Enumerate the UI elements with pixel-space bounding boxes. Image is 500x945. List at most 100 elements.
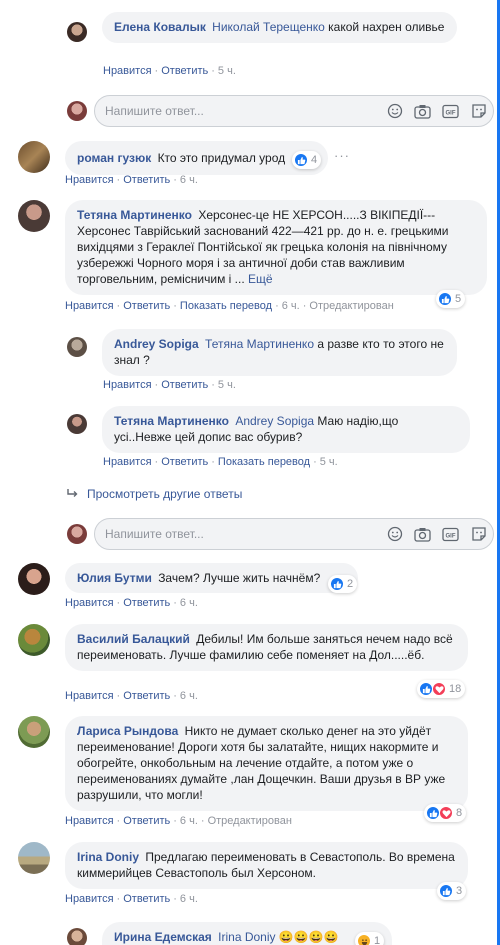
like-link[interactable]: Нравится [65, 893, 114, 905]
mention-link[interactable]: Тетяна Мартиненко [205, 337, 314, 351]
like-link[interactable]: Нравится [103, 65, 152, 77]
avatar[interactable] [18, 624, 50, 656]
haha-icon [357, 934, 371, 945]
see-more-link[interactable]: Ещё [248, 272, 273, 286]
like-icon [426, 806, 440, 820]
edited-label[interactable]: Отредактирован [208, 815, 292, 827]
timestamp[interactable]: 6 ч. [180, 174, 198, 186]
avatar[interactable] [18, 842, 50, 874]
svg-text:GIF: GIF [446, 533, 456, 539]
reaction-summary[interactable]: 5 [436, 290, 466, 308]
comment-actions: Нравится · Ответить · 6 ч. [65, 690, 198, 702]
reaction-summary[interactable]: 1 [355, 932, 385, 945]
comment-c2: роман гузюк Кто это придумал урод [18, 141, 329, 175]
avatar[interactable] [67, 928, 87, 945]
comment-actions: Нравится · Ответить · 6 ч. · Отредактирован [65, 815, 292, 827]
reply-link[interactable]: Ответить [161, 379, 208, 391]
reply-arrow-icon [67, 487, 79, 501]
reaction-summary[interactable]: 2 [328, 575, 358, 593]
mention-link[interactable]: Irina Doniy [218, 930, 275, 944]
comment-bubble: Irina Doniy Предлагаю переименовать в Се… [65, 842, 468, 889]
comment-actions: Нравится · Ответить · 6 ч. [65, 174, 198, 186]
reply-input[interactable]: Напишите ответ... GIF [94, 518, 494, 550]
comment-author[interactable]: Irina Doniy [77, 850, 139, 864]
comment-bubble: Ирина Едемская Irina Doniy 😀😀😀😀 [102, 922, 392, 945]
avatar[interactable] [67, 414, 87, 434]
like-link[interactable]: Нравится [65, 174, 114, 186]
mention-link[interactable]: Николай Терещенко [212, 20, 325, 34]
gif-icon[interactable]: GIF [442, 103, 459, 120]
comment-emoji: 😀😀😀😀 [278, 930, 339, 944]
more-options-icon[interactable]: ··· [334, 148, 350, 163]
gif-icon[interactable]: GIF [442, 526, 459, 543]
comment-author[interactable]: Василий Балацкий [77, 632, 190, 646]
avatar[interactable] [67, 337, 87, 357]
like-link[interactable]: Нравится [103, 379, 152, 391]
reaction-count: 18 [449, 683, 462, 695]
reply-link[interactable]: Ответить [123, 690, 170, 702]
comment-actions: Нравится · Ответить · Показать перевод · 6 ч. ·… [65, 300, 394, 312]
timestamp[interactable]: 5 ч. [320, 456, 338, 468]
timestamp[interactable]: 5 ч. [218, 65, 236, 77]
comment-author[interactable]: Andrey Sopiga [114, 337, 199, 351]
reaction-summary[interactable]: 3 [437, 882, 467, 900]
reply-link[interactable]: Ответить [161, 65, 208, 77]
reply-link[interactable]: Ответить [161, 456, 208, 468]
emoji-icon[interactable] [386, 103, 403, 120]
camera-icon[interactable] [414, 103, 431, 120]
comment-actions: Нравится · Ответить · 5 ч. [103, 65, 236, 77]
like-link[interactable]: Нравится [65, 815, 114, 827]
timestamp[interactable]: 6 ч. [180, 597, 198, 609]
timestamp[interactable]: 6 ч. [180, 815, 198, 827]
reply-link[interactable]: Ответить [123, 893, 170, 905]
like-link[interactable]: Нравится [65, 597, 114, 609]
love-icon [432, 682, 446, 696]
like-link[interactable]: Нравится [65, 690, 114, 702]
like-icon [419, 682, 433, 696]
comment-bubble: Василий Балацкий Дебилы! Им больше занят… [65, 624, 468, 671]
like-icon [439, 884, 453, 898]
reply-link[interactable]: Ответить [123, 597, 170, 609]
reply-link[interactable]: Ответить [123, 300, 170, 312]
translate-link[interactable]: Показать перевод [218, 456, 310, 468]
reply-link[interactable]: Ответить [123, 174, 170, 186]
reaction-summary[interactable]: 4 [292, 151, 322, 169]
avatar[interactable] [67, 22, 87, 42]
translate-link[interactable]: Показать перевод [180, 300, 272, 312]
comment-author[interactable]: Тетяна Мартиненко [77, 208, 192, 222]
avatar[interactable] [18, 716, 50, 748]
reply-link[interactable]: Ответить [123, 815, 170, 827]
comment-c5: Тетяна Мартиненко Andrey Sopiga Маю наді… [67, 406, 470, 453]
reply-placeholder: Напишите ответ... [105, 104, 204, 118]
sticker-icon[interactable] [470, 103, 487, 120]
comment-text: Кто это придумал урод [157, 151, 286, 165]
sticker-icon[interactable] [470, 526, 487, 543]
edited-label[interactable]: Отредактирован [309, 300, 393, 312]
comment-bubble: роман гузюк Кто это придумал урод [65, 141, 329, 175]
like-link[interactable]: Нравится [103, 456, 152, 468]
comment-author[interactable]: Тетяна Мартиненко [114, 414, 229, 428]
timestamp[interactable]: 6 ч. [180, 690, 198, 702]
comment-c9: Irina Doniy Предлагаю переименовать в Се… [18, 842, 468, 889]
comment-actions: Нравится · Ответить · 5 ч. [103, 379, 236, 391]
avatar[interactable] [18, 141, 50, 173]
timestamp[interactable]: 6 ч. [180, 893, 198, 905]
reaction-summary[interactable]: 8 [424, 804, 467, 822]
emoji-icon[interactable] [386, 526, 403, 543]
avatar[interactable] [18, 563, 50, 595]
reaction-summary[interactable]: 18 [417, 680, 466, 698]
reply-input[interactable]: Напишите ответ... GIF [94, 95, 494, 127]
mention-link[interactable]: Andrey Sopiga [235, 414, 314, 428]
comment-author[interactable]: Юлия Бутми [77, 571, 152, 585]
camera-icon[interactable] [414, 526, 431, 543]
comment-author[interactable]: Елена Ковалык [114, 20, 206, 34]
avatar[interactable] [18, 200, 50, 232]
timestamp[interactable]: 6 ч. [282, 300, 300, 312]
comment-author[interactable]: роман гузюк [77, 151, 151, 165]
like-link[interactable]: Нравится [65, 300, 114, 312]
comment-author[interactable]: Лариса Рындова [77, 724, 178, 738]
view-more-replies-link[interactable]: Просмотреть другие ответы [67, 487, 242, 501]
comment-author[interactable]: Ирина Едемская [114, 930, 212, 944]
reaction-count: 1 [374, 935, 381, 945]
timestamp[interactable]: 5 ч. [218, 379, 236, 391]
